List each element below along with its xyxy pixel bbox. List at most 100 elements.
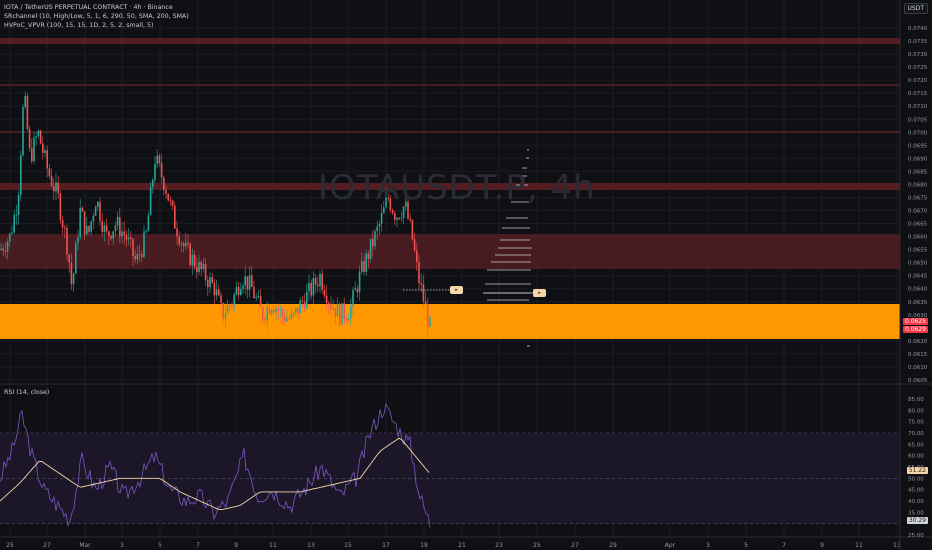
candlestick-series xyxy=(0,91,431,337)
candle-body xyxy=(114,225,117,232)
candle-body xyxy=(70,262,73,284)
candle-body xyxy=(325,295,328,304)
rsi-tick-label: 65.00 xyxy=(908,442,924,448)
candle-body xyxy=(202,263,205,269)
price-tick-label: 0.0620 xyxy=(908,339,928,345)
price-tick-label: 0.0720 xyxy=(908,78,928,84)
candle-body xyxy=(112,231,114,239)
candle-body xyxy=(26,96,29,130)
candle-body xyxy=(189,244,191,266)
candle-body xyxy=(314,277,317,285)
price-tick-label: 0.0660 xyxy=(908,235,928,241)
candle-body xyxy=(105,225,108,232)
candle-body xyxy=(0,248,2,250)
candle-body xyxy=(312,277,315,296)
price-tick-label: 0.0685 xyxy=(908,169,928,175)
candle-body xyxy=(262,307,264,320)
candle-body xyxy=(284,315,286,322)
candle-body xyxy=(363,261,365,273)
indicator-srchannel[interactable]: SRchannel (10, High/Low, 5, 1, 6, 290, 5… xyxy=(4,13,189,20)
candle-body xyxy=(154,163,156,180)
candle-body xyxy=(226,305,229,314)
candle-body xyxy=(158,155,161,163)
candle-body xyxy=(6,241,9,252)
candle-body xyxy=(147,215,150,232)
candle-body xyxy=(125,235,128,240)
currency-button[interactable]: USDT xyxy=(903,3,928,14)
candle-body xyxy=(116,217,119,226)
time-tick-label: 5 xyxy=(744,542,748,549)
candle-body xyxy=(277,308,279,311)
candle-body xyxy=(290,313,293,319)
candle-body xyxy=(180,243,183,245)
candle-body xyxy=(31,148,33,162)
candle-body xyxy=(79,207,81,238)
current-price-badge-2: 0.0629 xyxy=(903,326,928,333)
candle-body xyxy=(92,215,95,222)
time-tick-label: 19 xyxy=(420,542,428,549)
time-tick-label: 17 xyxy=(382,542,390,549)
time-tick-label: 5 xyxy=(158,542,162,549)
marker-tag-1[interactable]: ▸ xyxy=(450,286,463,294)
candle-body xyxy=(334,308,337,317)
candle-body xyxy=(44,150,46,153)
price-tick-label: 0.0680 xyxy=(908,182,928,188)
candle-body xyxy=(339,303,341,325)
current-price-badge: 0.0625 xyxy=(903,318,928,325)
price-tick-label: 0.0730 xyxy=(908,52,928,58)
candle-body xyxy=(28,129,31,149)
resistance-zone-top xyxy=(0,38,900,44)
candle-body xyxy=(17,194,20,215)
price-tick-label: 0.0610 xyxy=(908,365,928,371)
price-tick-label: 0.0655 xyxy=(908,248,928,254)
price-tick-label: 0.0725 xyxy=(908,65,928,71)
time-tick-label: 11 xyxy=(269,542,277,549)
rsi-legend[interactable]: RSI (14, close) xyxy=(4,389,49,396)
candle-body xyxy=(77,237,79,244)
candle-body xyxy=(429,317,431,327)
candle-body xyxy=(11,232,13,234)
candle-body xyxy=(198,261,200,273)
marker-tag-2[interactable]: ▸ xyxy=(533,289,546,297)
indicator-hvpoc[interactable]: HVPoC_VPVR (100, 15, 15, 1D, 2, 5, 2, sm… xyxy=(4,22,153,29)
candle-body xyxy=(416,250,418,262)
candle-body xyxy=(196,266,198,273)
candle-body xyxy=(275,308,277,313)
candle-body xyxy=(380,213,383,224)
time-tick-label: 27 xyxy=(43,542,51,549)
candle-body xyxy=(68,254,70,263)
candle-body xyxy=(42,143,44,153)
candle-body xyxy=(97,201,99,208)
candle-body xyxy=(121,231,123,237)
candle-body xyxy=(176,228,178,237)
candle-body xyxy=(336,303,339,317)
candle-body xyxy=(171,200,174,206)
candle-body xyxy=(132,238,134,257)
candle-body xyxy=(369,238,372,260)
rsi-tick-label: 70.00 xyxy=(908,431,924,437)
time-tick-label: 7 xyxy=(196,542,200,549)
candle-body xyxy=(174,205,176,229)
candle-body xyxy=(251,275,253,288)
candle-body xyxy=(244,276,246,286)
candle-body xyxy=(185,242,187,247)
candle-body xyxy=(2,248,4,251)
price-chart[interactable]: 25 27 Mar 3 5 7 9 11 13 15 17 19 21 23 25 27 29 Apr 3 5 7 9 11… xyxy=(0,0,932,550)
candle-body xyxy=(301,300,304,302)
candle-body xyxy=(237,286,240,295)
candle-body xyxy=(257,296,260,298)
price-tick-label: 0.0650 xyxy=(908,261,928,267)
candle-body xyxy=(253,287,255,298)
candle-body xyxy=(55,182,57,192)
rsi-value-badge: 51.22 xyxy=(906,467,928,474)
symbol-watermark: IOTAUSDT.P, 4h xyxy=(318,168,596,208)
candle-body xyxy=(119,217,121,237)
candle-body xyxy=(13,214,15,233)
candle-body xyxy=(200,261,202,269)
candle-body xyxy=(229,305,231,307)
price-tick-label: 0.0690 xyxy=(908,156,928,162)
symbol-title[interactable]: IOTA / TetherUS PERPETUAL CONTRACT · 4h … xyxy=(4,4,173,11)
candle-body xyxy=(9,233,11,242)
price-tick-label: 0.0670 xyxy=(908,209,928,215)
candle-body xyxy=(281,309,284,316)
